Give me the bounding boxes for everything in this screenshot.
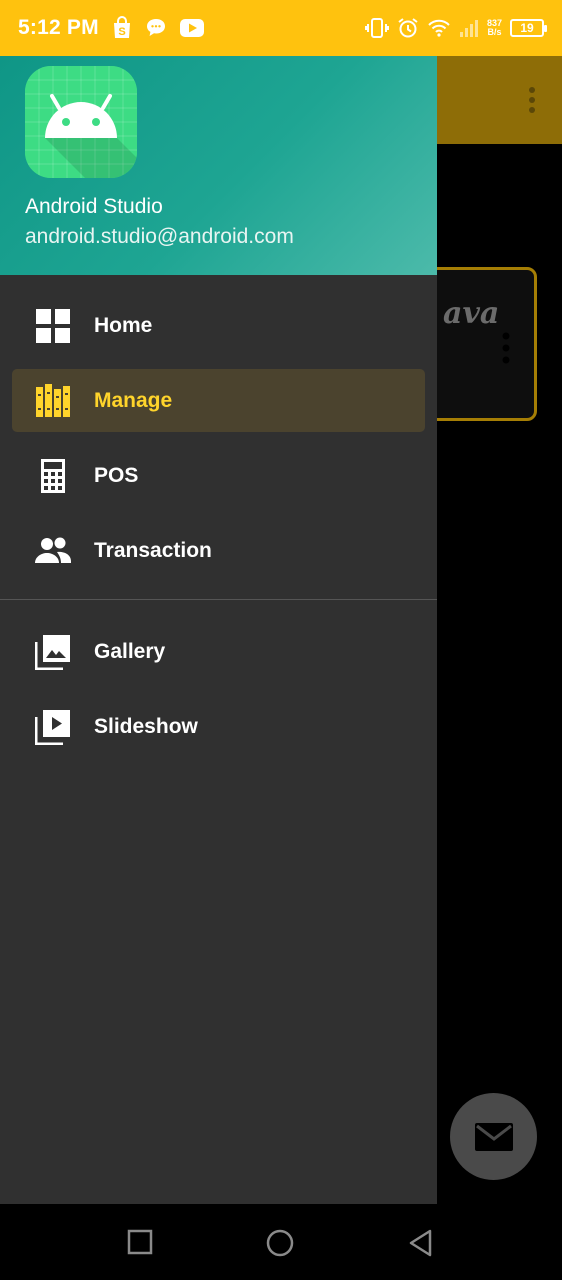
photo-library-icon xyxy=(35,635,70,670)
menu-item-pos[interactable]: POS xyxy=(12,444,425,507)
menu-item-transaction[interactable]: Transaction xyxy=(12,519,425,582)
status-time: 5:12 PM xyxy=(18,16,99,39)
alarm-icon xyxy=(398,18,418,38)
drawer-header: Android Studio android.studio@android.co… xyxy=(0,56,437,275)
library-books-icon xyxy=(36,384,70,417)
account-name: Android Studio xyxy=(25,195,163,218)
chat-icon xyxy=(146,19,165,36)
menu-label-gallery: Gallery xyxy=(94,639,166,663)
slideshow-icon xyxy=(35,710,70,745)
account-email: android.studio@android.com xyxy=(25,225,294,248)
wifi-icon xyxy=(428,19,450,37)
status-bar: 5:12 PM S 837 B/s 19 xyxy=(0,0,562,56)
svg-text:S: S xyxy=(118,26,125,38)
signal-icon xyxy=(459,20,478,37)
menu-label-home: Home xyxy=(94,313,153,337)
dashboard-icon xyxy=(36,309,70,343)
menu-item-slideshow[interactable]: Slideshow xyxy=(12,695,425,758)
home-button[interactable] xyxy=(265,1228,295,1258)
android-logo-icon xyxy=(25,66,137,178)
menu-label-pos: POS xyxy=(94,463,139,487)
card-title: ava xyxy=(443,296,500,331)
shop-icon: S xyxy=(113,16,130,38)
overflow-menu-icon[interactable] xyxy=(528,86,536,114)
card-more-icon[interactable] xyxy=(501,330,511,366)
mail-icon xyxy=(474,1122,513,1151)
calculator-icon xyxy=(41,459,65,493)
menu-item-home[interactable]: Home xyxy=(12,294,425,357)
recents-button[interactable] xyxy=(126,1228,156,1258)
menu-divider xyxy=(0,599,437,600)
youtube-icon xyxy=(179,19,204,37)
people-icon xyxy=(35,537,71,563)
menu-item-gallery[interactable]: Gallery xyxy=(12,620,425,683)
vibrate-icon xyxy=(364,18,389,38)
battery-level: 19 xyxy=(520,21,534,35)
system-nav-bar xyxy=(0,1204,562,1280)
net-speed: 837 B/s xyxy=(487,19,502,37)
menu-label-manage: Manage xyxy=(94,388,173,412)
navigation-drawer: Android Studio android.studio@android.co… xyxy=(0,56,437,1204)
menu-item-manage[interactable]: Manage xyxy=(12,369,425,432)
menu-label-transaction: Transaction xyxy=(94,538,212,562)
back-button[interactable] xyxy=(406,1228,436,1258)
net-speed-unit: B/s xyxy=(487,27,502,37)
battery-indicator: 19 xyxy=(510,19,547,37)
menu-label-slideshow: Slideshow xyxy=(94,714,198,738)
fab-mail-button[interactable] xyxy=(450,1093,537,1180)
